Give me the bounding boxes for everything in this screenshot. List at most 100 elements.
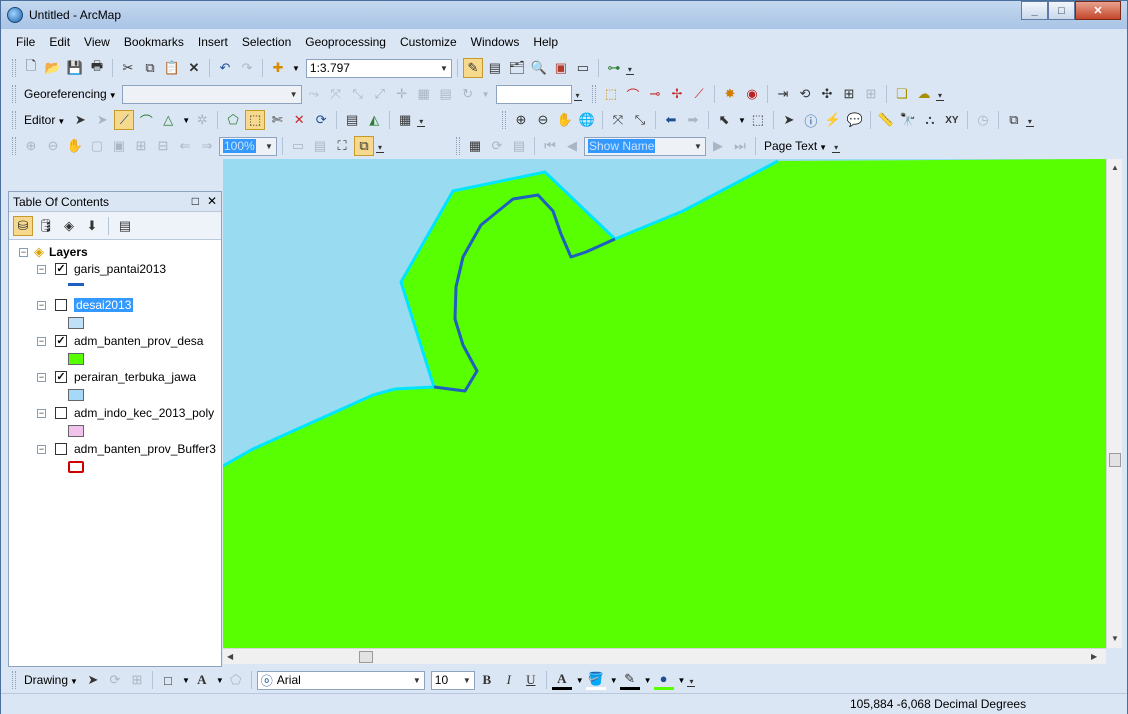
menu-customize[interactable]: Customize xyxy=(393,33,464,53)
menu-selection[interactable]: Selection xyxy=(235,33,298,53)
find-icon[interactable]: 🔭 xyxy=(898,110,918,130)
page-table-icon[interactable]: ▤ xyxy=(509,136,529,156)
layers-root[interactable]: − ◈ Layers xyxy=(19,244,88,260)
sketch-properties-icon[interactable]: ◭ xyxy=(364,110,384,130)
add-data-dropdown-icon[interactable]: ▼ xyxy=(292,64,300,73)
layer-name[interactable]: desai2013 xyxy=(74,298,134,312)
add-edge-icon[interactable]: ⊸ xyxy=(645,84,665,104)
scale-icon[interactable]: ⤡ xyxy=(348,84,368,104)
marker-color-icon[interactable]: ● xyxy=(653,670,674,690)
layer-name[interactable]: adm_banten_prov_Buffer3 xyxy=(74,442,216,456)
collapse-icon[interactable]: − xyxy=(19,247,28,257)
horizontal-scrollbar[interactable]: ◀ ▶ xyxy=(223,648,1106,664)
add-data-icon[interactable]: ✚ xyxy=(268,58,288,78)
menu-bookmarks[interactable]: Bookmarks xyxy=(117,33,191,53)
auto-adjust-icon[interactable]: ↻ xyxy=(458,84,478,104)
network-edge-icon[interactable]: ⌒ xyxy=(623,84,643,104)
line-color-icon[interactable]: ✎ xyxy=(619,670,640,690)
select-features-icon[interactable]: ⬚ xyxy=(601,84,621,104)
identify-icon[interactable]: ⓘ xyxy=(801,110,821,130)
layer-name[interactable]: adm_banten_prov_desa xyxy=(74,334,203,348)
edit-vertices-icon[interactable]: ⬠ xyxy=(226,670,246,690)
chevron-down-icon[interactable]: ▼ xyxy=(410,672,424,689)
save-icon[interactable]: 💾 xyxy=(65,58,85,78)
route-icon[interactable]: ⇥ xyxy=(773,84,793,104)
toggle-draft-mode-icon[interactable]: ▭ xyxy=(288,136,308,156)
tools-icon[interactable]: ✣ xyxy=(817,84,837,104)
georef-layer-combo[interactable]: ▼ xyxy=(121,84,302,104)
map-scale-combo[interactable]: 1:3.797 ▼ xyxy=(305,58,452,78)
maximize-button[interactable]: □ xyxy=(1048,1,1075,20)
find-route-icon[interactable]: ⛬ xyxy=(920,110,940,130)
zoom-to-selected-icon[interactable]: ⊞ xyxy=(127,670,147,690)
layer-item[interactable]: − ✓ adm_banten_prov_desa xyxy=(37,334,203,348)
undo-icon[interactable]: ↶ xyxy=(215,58,235,78)
cut-icon[interactable]: ✂ xyxy=(118,58,138,78)
toolbar-options-icon[interactable]: ▾ xyxy=(687,673,696,687)
scroll-up-icon[interactable]: ▲ xyxy=(1111,163,1119,172)
chevron-down-icon[interactable]: ▼ xyxy=(610,676,618,685)
scroll-thumb[interactable] xyxy=(359,651,373,663)
layer-name[interactable]: perairan_terbuka_jawa xyxy=(74,370,196,384)
page-name-combo[interactable]: Show Name ▼ xyxy=(584,136,706,156)
minimize-button[interactable]: _ xyxy=(1021,1,1048,20)
fixed-zoom-in-page-icon[interactable]: ⊞ xyxy=(131,136,151,156)
toolbar-options-icon[interactable]: ▾ xyxy=(1025,113,1034,127)
chevron-down-icon[interactable]: ▼ xyxy=(644,676,652,685)
toolbar-grip[interactable] xyxy=(12,85,16,103)
grid-icon[interactable]: ⊞ xyxy=(861,84,881,104)
model-builder-icon[interactable]: ⊶ xyxy=(604,58,624,78)
delete-icon[interactable]: ✕ xyxy=(184,58,204,78)
menu-insert[interactable]: Insert xyxy=(191,33,235,53)
map-display[interactable] xyxy=(223,159,1106,648)
zoom-in-icon[interactable]: ⊕ xyxy=(511,110,531,130)
chevron-down-icon[interactable]: ▼ xyxy=(460,672,474,689)
fill-symbol[interactable] xyxy=(68,317,84,329)
collapse-icon[interactable]: − xyxy=(37,336,46,346)
collapse-icon[interactable]: − xyxy=(37,300,46,310)
font-size-combo[interactable]: 10 ▼ xyxy=(430,670,475,690)
toolbar-options-icon[interactable]: ▾ xyxy=(625,61,634,75)
pan-icon[interactable]: ✋ xyxy=(555,110,575,130)
menu-edit[interactable]: Edit xyxy=(42,33,77,53)
layer-visibility-checkbox[interactable] xyxy=(55,443,67,455)
menu-file[interactable]: File xyxy=(9,33,42,53)
scroll-left-icon[interactable]: ◀ xyxy=(227,652,233,661)
fill-symbol[interactable] xyxy=(68,425,84,437)
auto-hide-icon[interactable]: □ xyxy=(192,194,199,208)
previous-page-icon[interactable]: ◀ xyxy=(562,136,582,156)
scroll-right-icon[interactable]: ▶ xyxy=(1091,652,1097,661)
layer-item[interactable]: − desai2013 xyxy=(37,298,134,312)
chevron-down-icon[interactable]: ▼ xyxy=(437,60,451,77)
focus-data-frame-icon[interactable]: ▤ xyxy=(310,136,330,156)
zoom-in-page-icon[interactable]: ⊕ xyxy=(21,136,41,156)
view-link-table-2-icon[interactable]: ▤ xyxy=(436,84,456,104)
hyperlink-icon[interactable]: ⚡ xyxy=(823,110,843,130)
html-popup-icon[interactable]: 💬 xyxy=(845,110,865,130)
close-icon[interactable]: ✕ xyxy=(207,194,217,208)
map-canvas[interactable] xyxy=(223,159,1106,648)
create-features-icon[interactable]: ▦ xyxy=(395,110,415,130)
refresh-route-icon[interactable]: ⟲ xyxy=(795,84,815,104)
text-icon[interactable]: A xyxy=(192,670,212,690)
font-color-icon[interactable]: A xyxy=(551,670,572,690)
zoom-whole-page-icon[interactable]: ▢ xyxy=(87,136,107,156)
back-extent-icon[interactable]: ⬅ xyxy=(661,110,681,130)
paste-icon[interactable]: 📋 xyxy=(162,58,182,78)
forward-extent-icon[interactable]: ➡ xyxy=(683,110,703,130)
cloud-icon[interactable]: ☁ xyxy=(914,84,934,104)
layer-visibility-checkbox[interactable]: ✓ xyxy=(55,263,67,275)
fill-color-icon[interactable]: 🪣 xyxy=(585,670,606,690)
line-symbol[interactable] xyxy=(68,283,84,286)
cut-polygons-icon[interactable]: ✄ xyxy=(267,110,287,130)
end-point-arc-icon[interactable]: ⌒ xyxy=(136,110,156,130)
zoom-percent-combo[interactable]: 100% ▼ xyxy=(219,136,277,156)
list-by-selection-icon[interactable]: ⬇ xyxy=(82,216,102,236)
chevron-down-icon[interactable]: ▼ xyxy=(216,676,224,685)
font-combo[interactable]: ⓞ Arial ▼ xyxy=(256,670,425,690)
close-button[interactable]: ✕ xyxy=(1075,1,1121,20)
reshape-feature-icon[interactable]: ⬚ xyxy=(245,110,266,130)
back-page-icon[interactable]: ⇐ xyxy=(175,136,195,156)
python-window-icon[interactable]: ▭ xyxy=(573,58,593,78)
menu-geoprocessing[interactable]: Geoprocessing xyxy=(298,33,393,53)
